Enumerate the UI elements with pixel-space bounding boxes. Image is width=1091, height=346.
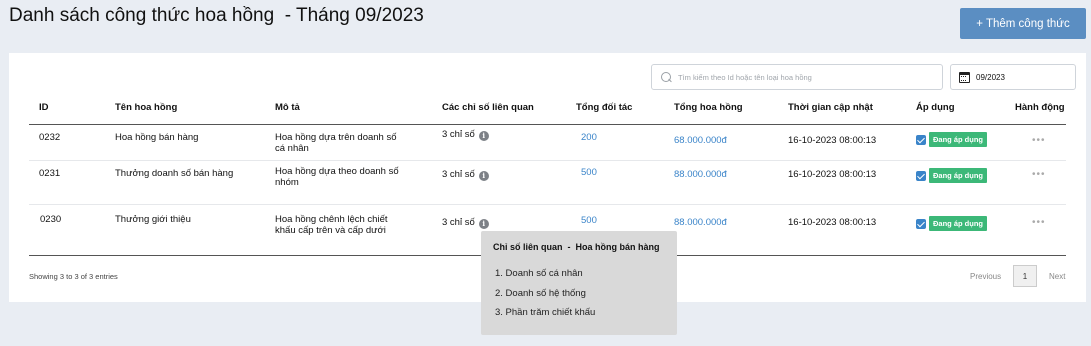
pagination-previous[interactable]: Previous <box>970 272 1001 281</box>
header-name: Tên hoa hồng <box>115 102 178 113</box>
row-partners-link[interactable]: 200 <box>581 132 597 143</box>
row-metrics[interactable]: 3 chỉ số i <box>442 169 489 181</box>
header-actions: Hành động <box>1015 102 1065 113</box>
month-picker-value: 09/2023 <box>976 72 1005 82</box>
header-id: ID <box>39 102 49 113</box>
add-formula-button[interactable]: + Thêm công thức <box>960 8 1086 39</box>
search-icon <box>661 71 672 83</box>
row-id: 0232 <box>39 132 61 143</box>
row-divider <box>29 160 1066 161</box>
row-partners-link[interactable]: 500 <box>581 215 597 226</box>
tooltip-item: 2. Doanh số hệ thống <box>495 288 586 299</box>
apply-checkbox[interactable] <box>916 218 926 229</box>
status-badge: Đang áp dụng <box>929 132 987 147</box>
pagination-page-1[interactable]: 1 <box>1013 265 1037 287</box>
search-input[interactable] <box>678 72 928 82</box>
row-id: 0230 <box>40 214 62 225</box>
row-description: Hoa hồng chênh lệch chiết khấu cấp trên … <box>275 214 388 236</box>
header-divider <box>29 124 1066 125</box>
row-updated: 16-10-2023 08:00:13 <box>788 169 877 180</box>
tooltip-item: 1. Doanh số cá nhân <box>495 268 583 279</box>
row-metrics-label: 3 chỉ số <box>442 169 475 180</box>
tooltip-title: Chỉ số liên quan - Hoa hồng bán hàng <box>493 242 660 252</box>
row-commission-link[interactable]: 68.000.000đ <box>674 135 727 146</box>
more-actions-icon[interactable]: ••• <box>1032 136 1046 146</box>
row-apply: Đang áp dụng <box>916 216 987 231</box>
row-updated: 16-10-2023 08:00:13 <box>788 217 877 228</box>
row-id: 0231 <box>39 168 61 179</box>
row-metrics[interactable]: 3 chỉ số i <box>442 129 489 141</box>
row-apply: Đang áp dụng <box>916 132 987 147</box>
pagination-next[interactable]: Next <box>1049 272 1065 281</box>
month-picker[interactable]: 09/2023 <box>950 64 1076 90</box>
row-partners-link[interactable]: 500 <box>581 167 597 178</box>
metrics-tooltip: Chỉ số liên quan - Hoa hồng bán hàng 1. … <box>481 231 677 335</box>
row-commission-link[interactable]: 88.000.000đ <box>674 217 727 228</box>
row-divider <box>29 204 1066 205</box>
row-name: Hoa hồng bán hàng <box>115 132 199 143</box>
info-icon[interactable]: i <box>478 131 489 141</box>
row-metrics-label: 3 chỉ số <box>442 217 475 228</box>
info-icon[interactable]: i <box>478 219 489 229</box>
header-description: Mô tả <box>275 102 300 113</box>
status-badge: Đang áp dụng <box>929 168 987 183</box>
tooltip-item: 3. Phần trăm chiết khấu <box>495 307 596 318</box>
row-description: Hoa hồng dựa theo doanh số nhóm <box>275 166 399 188</box>
apply-checkbox[interactable] <box>916 134 926 145</box>
row-description: Hoa hồng dựa trên doanh số cá nhân <box>275 132 397 154</box>
header-apply: Áp dụng <box>916 102 955 113</box>
header-updated: Thời gian cập nhật <box>788 102 873 113</box>
calendar-icon <box>959 71 970 83</box>
apply-checkbox[interactable] <box>916 170 926 181</box>
more-actions-icon[interactable]: ••• <box>1032 170 1046 180</box>
row-commission-link[interactable]: 88.000.000đ <box>674 169 727 180</box>
page-title: Danh sách công thức hoa hồng - Tháng 09/… <box>9 5 424 26</box>
row-updated: 16-10-2023 08:00:13 <box>788 135 877 146</box>
header-metrics: Các chỉ số liên quan <box>442 102 534 113</box>
search-box[interactable] <box>651 64 943 90</box>
row-metrics[interactable]: 3 chỉ số i <box>442 217 489 229</box>
entries-info: Showing 3 to 3 of 3 entries <box>29 272 118 281</box>
status-badge: Đang áp dụng <box>929 216 987 231</box>
header-commission: Tổng hoa hồng <box>674 102 743 113</box>
row-name: Thưởng doanh số bán hàng <box>115 168 234 179</box>
more-actions-icon[interactable]: ••• <box>1032 218 1046 228</box>
header-partners: Tổng đối tác <box>576 102 633 113</box>
info-icon[interactable]: i <box>478 171 489 181</box>
row-metrics-label: 3 chỉ số <box>442 129 475 140</box>
row-apply: Đang áp dụng <box>916 168 987 183</box>
row-name: Thưởng giới thiệu <box>115 214 191 225</box>
